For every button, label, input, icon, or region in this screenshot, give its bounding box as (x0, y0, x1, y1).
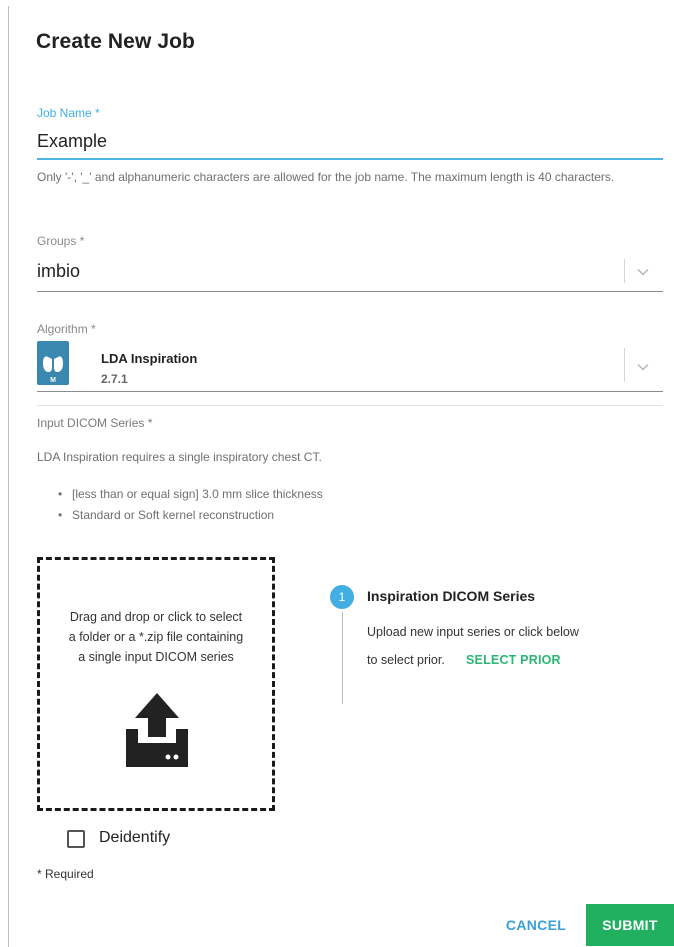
job-name-input[interactable] (37, 128, 663, 160)
chevron-down-icon[interactable] (636, 360, 650, 374)
algorithm-select-separator (624, 348, 625, 382)
requirement-item: [less than or equal sign] 3.0 mm slice t… (58, 484, 323, 505)
algorithm-version: 2.7.1 (101, 372, 128, 386)
requirement-list: [less than or equal sign] 3.0 mm slice t… (58, 484, 323, 526)
dropzone-text: Drag and drop or click to select a folde… (68, 610, 244, 664)
step-description-line1: Upload new input series or click below (367, 625, 579, 639)
job-name-label: Job Name * (37, 106, 100, 120)
input-series-label: Input DICOM Series * (37, 416, 153, 430)
requirement-item: Standard or Soft kernel reconstruction (58, 505, 323, 526)
groups-select-value: imbio (37, 261, 81, 281)
algorithm-name: LDA Inspiration (101, 351, 198, 366)
step-title: Inspiration DICOM Series (367, 588, 536, 604)
groups-label: Groups * (37, 234, 85, 248)
input-series-requirement: LDA Inspiration requires a single inspir… (37, 450, 322, 464)
dicom-dropzone[interactable]: Drag and drop or click to select a folde… (37, 557, 275, 811)
required-note: * Required (37, 867, 94, 881)
dialog-left-border (8, 6, 9, 947)
svg-text:M: M (50, 377, 56, 384)
groups-select[interactable] (37, 252, 663, 292)
dialog-title: Create New Job (36, 30, 195, 53)
deidentify-checkbox[interactable] (67, 830, 85, 848)
section-divider (37, 405, 663, 406)
job-name-helper-text: Only '-', '_' and alphanumeric character… (37, 170, 615, 184)
step-description-line2: to select prior. (367, 653, 445, 667)
groups-select-separator (624, 259, 625, 283)
chevron-down-icon[interactable] (636, 265, 650, 279)
cancel-button[interactable]: CANCEL (496, 905, 576, 945)
select-prior-button[interactable]: SELECT PRIOR (466, 653, 561, 667)
step-number-badge: 1 (330, 585, 354, 609)
lungs-icon: M (37, 341, 69, 385)
deidentify-label[interactable]: Deidentify (99, 829, 170, 847)
submit-button[interactable]: SUBMIT (586, 904, 674, 946)
step-connector-line (342, 612, 343, 704)
upload-icon (126, 693, 188, 767)
algorithm-label: Algorithm * (37, 322, 96, 336)
